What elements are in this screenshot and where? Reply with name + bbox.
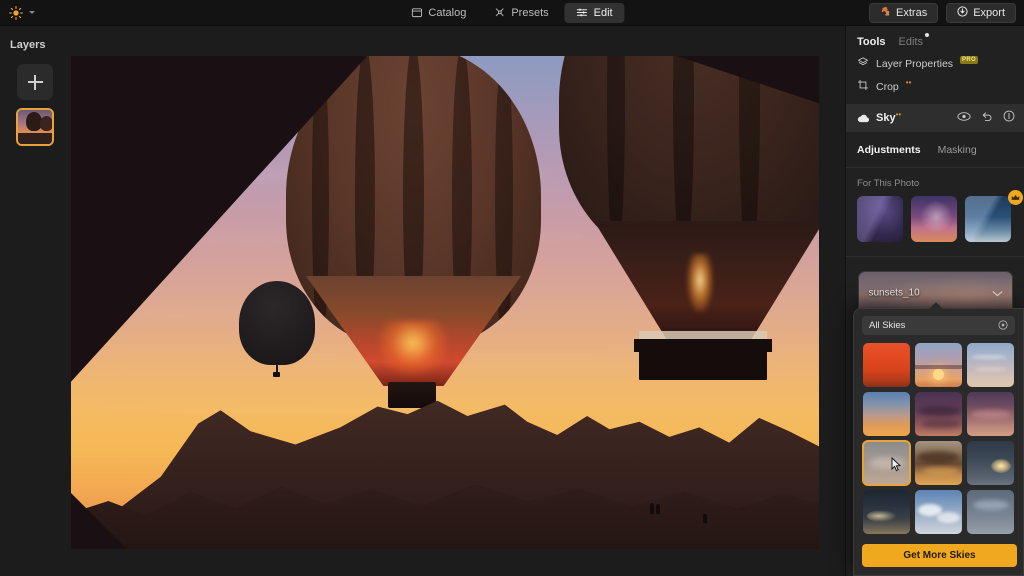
balloon-right-basket: [639, 348, 767, 380]
sky-thumb-sun-disc-dusk[interactable]: [915, 343, 962, 387]
canvas-area: [70, 26, 845, 576]
for-this-photo-suggestions: [846, 189, 1024, 242]
sky-thumb-dark-cloud-burst[interactable]: [967, 441, 1014, 485]
presets-icon: [494, 7, 505, 18]
sliders-settings-icon: [998, 317, 1008, 335]
sky-subtabs: Adjustments Masking: [846, 132, 1024, 156]
cloud-icon: [857, 113, 870, 124]
edit-sliders-icon: [577, 7, 588, 18]
sky-thumbnail-grid: [854, 335, 1023, 542]
active-tool-sky-label: Sky: [876, 112, 896, 124]
top-toolbar: Catalog Presets Edit Extras Export: [0, 0, 1024, 26]
crop-modified-mark: ••: [905, 78, 912, 87]
tab-catalog-label: Catalog: [428, 6, 467, 19]
person-silhouette: [703, 514, 707, 523]
info-icon[interactable]: [1003, 109, 1015, 127]
layers-sidebar: Layers: [0, 26, 70, 576]
for-this-photo-label: For This Photo: [857, 178, 920, 189]
sky-filter-dropdown[interactable]: All Skies: [862, 316, 1015, 335]
mouse-pointer-icon: [891, 457, 902, 472]
balloon-right-with-passengers: [559, 56, 819, 380]
sky-thumb-pale-blue-wisps[interactable]: [967, 343, 1014, 387]
sky-thumb-overcast-grey-blue[interactable]: [967, 490, 1014, 534]
popup-arrow: [929, 302, 943, 309]
subtab-masking[interactable]: Masking: [938, 144, 977, 156]
export-button[interactable]: Export: [946, 2, 1016, 23]
panel-header-tabs: Tools Edits: [846, 26, 1024, 48]
undo-icon[interactable]: [981, 109, 993, 127]
person-silhouette: [656, 504, 660, 514]
photo-canvas[interactable]: [71, 56, 819, 549]
panel-tab-edits-label: Edits: [898, 36, 923, 48]
extras-label: Extras: [896, 6, 928, 19]
export-label: Export: [973, 6, 1005, 19]
top-right-actions: Extras Export: [869, 2, 1016, 23]
tool-layer-properties[interactable]: Layer Properties PRO: [846, 48, 1024, 71]
tab-edit-label: Edit: [593, 6, 613, 19]
plus-icon: [27, 74, 43, 90]
chevron-down-icon: [992, 284, 1003, 302]
active-tool-sky-header[interactable]: Sky ••: [846, 104, 1024, 132]
tab-presets[interactable]: Presets: [482, 3, 560, 23]
export-circle-icon: [957, 5, 968, 20]
tab-presets-label: Presets: [511, 6, 549, 19]
extras-puzzle-icon: [880, 6, 891, 20]
app-brand[interactable]: [0, 5, 35, 20]
eye-icon[interactable]: [957, 109, 971, 127]
main-tab-group: Catalog Presets Edit: [399, 0, 625, 26]
tab-edit[interactable]: Edit: [564, 2, 625, 23]
panel-tab-edits[interactable]: Edits: [898, 33, 929, 48]
balloon-center-striped: [286, 56, 541, 436]
sky-select-value: sunsets_10: [868, 287, 920, 299]
divider: [846, 256, 1024, 257]
pro-crown-icon[interactable]: [1008, 190, 1023, 205]
sun-icon: [9, 5, 23, 20]
layers-stack-icon: [857, 56, 869, 71]
sky-header-icons: [957, 109, 1015, 127]
sky-filter-label: All Skies: [869, 320, 906, 331]
tool-crop[interactable]: Crop ••: [846, 71, 1024, 94]
sky-suggestion-milkyway-blue[interactable]: [965, 196, 1011, 242]
subtab-adjustments[interactable]: Adjustments: [857, 144, 921, 156]
tab-catalog[interactable]: Catalog: [399, 3, 478, 23]
layers-title: Layers: [10, 39, 46, 51]
sky-thumb-purple-stormy-clouds[interactable]: [915, 392, 962, 436]
tool-layer-properties-label: Layer Properties: [876, 57, 954, 70]
sky-thumb-golden-dramatic-clouds[interactable]: [915, 441, 962, 485]
sky-suggestion-galaxy-pink[interactable]: [911, 196, 957, 242]
sky-thumb-red-orange-sunset[interactable]: [863, 343, 910, 387]
pro-badge: PRO: [960, 55, 978, 64]
tool-crop-label: Crop: [876, 80, 899, 93]
edits-notification-dot: [924, 33, 929, 37]
balloon-center-basket: [388, 382, 436, 408]
sky-thumb-mauve-pink-clouds[interactable]: [967, 392, 1014, 436]
get-more-skies-button[interactable]: Get More Skies: [862, 544, 1017, 567]
sky-library-popup: All Skies Get More Skies: [853, 302, 1024, 576]
chevron-down-icon: [29, 11, 35, 14]
extras-button[interactable]: Extras: [869, 2, 939, 23]
sky-thumb-blue-orange-gradient[interactable]: [863, 392, 910, 436]
sky-thumb-night-cloud-glow[interactable]: [863, 490, 910, 534]
sky-suggestion-nebula-purple[interactable]: [857, 196, 903, 242]
sky-thumb-soft-grey-glow[interactable]: [862, 440, 911, 486]
sky-thumb-blue-cumulus-day[interactable]: [915, 490, 962, 534]
crop-icon: [857, 79, 869, 94]
app-window: Catalog Presets Edit Extras Export Layer…: [0, 0, 1024, 576]
sky-modified-mark: ••: [895, 109, 902, 119]
add-layer-button[interactable]: [17, 64, 53, 100]
catalog-icon: [411, 7, 422, 18]
panel-tab-tools[interactable]: Tools: [857, 36, 886, 48]
layer-thumbnail-balloons[interactable]: [16, 108, 54, 146]
person-silhouette: [650, 503, 654, 514]
